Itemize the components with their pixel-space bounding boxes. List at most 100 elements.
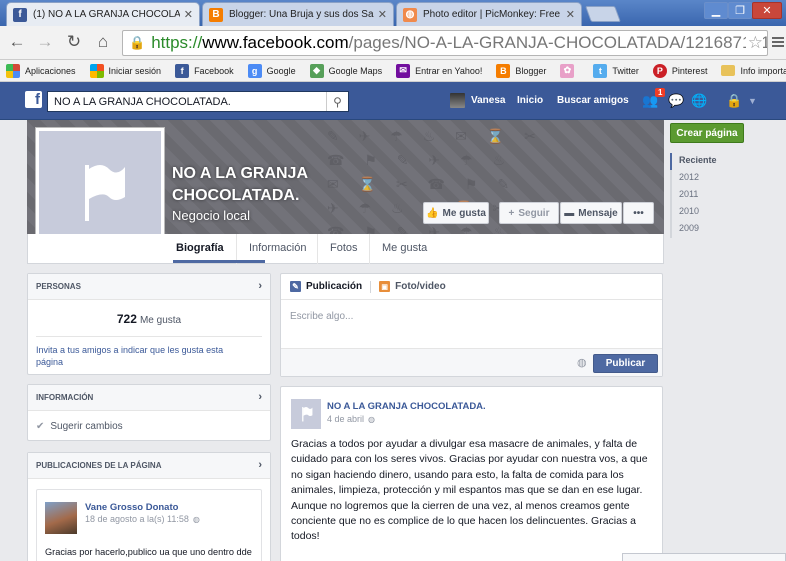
bookmark-yahoo[interactable]: ✉ Entrar en Yahoo! <box>396 63 482 78</box>
google-icon: g <box>247 63 262 78</box>
bookmark-pinterest[interactable]: P Pinterest <box>652 63 707 78</box>
privacy-icon[interactable]: 🔒 <box>726 93 743 108</box>
user-name-link[interactable]: Vanesa <box>471 95 505 106</box>
find-friends-link[interactable]: Buscar amigos <box>557 95 629 106</box>
avatar[interactable] <box>45 502 77 534</box>
browser-tab-picmonkey[interactable]: ◍ Photo editor | PicMonkey: Free Online … <box>396 2 582 26</box>
thumbs-up-icon: 👍 <box>426 207 439 219</box>
create-page-button[interactable]: Crear página <box>670 123 744 143</box>
active-tab-indicator <box>173 260 265 263</box>
composer-text-input[interactable]: Escribe algo... <box>290 311 650 341</box>
chevron-right-icon[interactable]: › <box>258 459 262 471</box>
globe-icon: ◍ <box>368 414 376 424</box>
timeline-item-2011[interactable]: 2011 <box>672 187 717 204</box>
browser-tab-facebook[interactable]: f (1) NO A LA GRANJA CHOCOLATADA. ✕ <box>6 2 200 26</box>
apps-icon <box>6 63 20 78</box>
tab-divider <box>369 234 370 264</box>
browser-menu-icon[interactable] <box>772 35 784 51</box>
bookmark-star-icon[interactable]: ☆ <box>745 33 763 53</box>
composer-tab-post[interactable]: ✎ Publicación <box>290 281 362 292</box>
tab-me-gusta[interactable]: Me gusta <box>382 242 427 254</box>
timeline-item-recent[interactable]: Reciente <box>670 153 717 170</box>
tab-title: Blogger: Una Bruja y sus dos Sapitos <box>229 9 374 20</box>
tab-biografia[interactable]: Biografía <box>176 242 224 254</box>
messages-icon[interactable]: 💬 <box>668 93 685 108</box>
timeline-item-2012[interactable]: 2012 <box>672 170 717 187</box>
bookmark-google[interactable]: g Google <box>247 63 296 78</box>
close-icon[interactable]: ✕ <box>378 8 387 21</box>
post-author-link[interactable]: NO A LA GRANJA CHOCOLATADA. <box>327 401 486 412</box>
page-posts-header[interactable]: PUBLICACIONES DE LA PÁGINA › <box>28 453 270 479</box>
bookmark-google-maps[interactable]: ◆ Google Maps <box>309 63 382 78</box>
browser-tab-blogger[interactable]: B Blogger: Una Bruja y sus dos Sapitos ✕ <box>202 2 394 26</box>
search-input[interactable]: NO A LA GRANJA CHOCOLATADA. ⚲ <box>47 91 349 112</box>
like-button[interactable]: 👍 Me gusta <box>423 202 489 224</box>
people-header[interactable]: PERSONAS › <box>28 274 270 300</box>
blogger-icon: B <box>496 63 511 78</box>
bookmark-apps[interactable]: Aplicaciones <box>6 63 76 78</box>
bookmark-label: Iniciar sesión <box>108 65 162 76</box>
publish-button[interactable]: Publicar <box>593 354 658 373</box>
message-icon: ▬ <box>564 207 575 219</box>
chevron-right-icon[interactable]: › <box>258 280 262 292</box>
bookmark-info-importante[interactable]: Info importante <box>721 65 786 76</box>
close-icon[interactable]: ✕ <box>184 8 193 21</box>
yahoo-mail-icon: ✉ <box>396 63 411 78</box>
url-path: /pages/NO-A-LA-GRANJA-CHOCOLATADA/121687… <box>348 33 768 52</box>
chat-bar[interactable] <box>622 553 786 561</box>
follow-button[interactable]: + Seguir <box>499 202 559 224</box>
message-button[interactable]: ▬ Mensaje <box>560 202 622 224</box>
post-date[interactable]: 18 de agosto a la(s) 11:58 ◍ <box>85 514 200 524</box>
info-header[interactable]: INFORMACIÓN › <box>28 385 270 411</box>
composer-tab-photo[interactable]: ▣ Foto/video <box>379 281 446 292</box>
bookmark-label: Google <box>266 65 296 76</box>
maximize-icon[interactable]: ❐ <box>728 2 752 19</box>
notifications-globe-icon[interactable]: 🌐 <box>691 93 708 108</box>
home-icon[interactable]: ⌂ <box>92 31 114 53</box>
suggest-edits-link[interactable]: ✔ Sugerir cambios <box>36 421 123 432</box>
back-icon[interactable]: ← <box>6 31 28 53</box>
post-author-link[interactable]: Vane Grosso Donato <box>85 502 178 513</box>
chevron-right-icon[interactable]: › <box>258 391 262 403</box>
post-text: Gracias por hacerlo,publico ua que uno d… <box>45 547 252 561</box>
more-options-button[interactable]: ••• <box>623 202 654 224</box>
facebook-logo-icon[interactable]: f <box>25 91 42 108</box>
browser-tabstrip: f (1) NO A LA GRANJA CHOCOLATADA. ✕ B Bl… <box>0 0 786 26</box>
lock-icon: 🔒 <box>129 35 146 50</box>
timeline-item-2009[interactable]: 2009 <box>672 221 717 238</box>
audience-globe-icon[interactable]: ◍ <box>577 356 587 369</box>
tab-informacion[interactable]: Información <box>249 242 306 254</box>
visitor-post-card: Vane Grosso Donato 18 de agosto a la(s) … <box>36 489 262 561</box>
people-header-label: PERSONAS <box>36 282 81 291</box>
bookmark-blogger[interactable]: B Blogger <box>496 63 546 78</box>
bookmark-label: Aplicaciones <box>25 65 76 76</box>
tab-fotos[interactable]: Fotos <box>330 242 358 254</box>
new-tab-button[interactable] <box>585 6 621 22</box>
likes-summary[interactable]: 722 Me gusta <box>28 312 270 326</box>
invite-friends-link[interactable]: Invita a tus amigos a indicar que les gu… <box>36 344 250 368</box>
close-icon[interactable]: ✕ <box>566 8 575 21</box>
search-icon[interactable]: ⚲ <box>326 92 348 111</box>
avatar[interactable] <box>450 93 465 108</box>
blogger-icon: B <box>209 7 223 22</box>
home-link[interactable]: Inicio <box>517 95 543 106</box>
address-bar[interactable]: 🔒 https://www.facebook.com/pages/NO-A-LA… <box>122 30 768 56</box>
follow-button-label: Seguir <box>518 207 550 219</box>
pencil-icon: ✎ <box>290 281 301 292</box>
timeline-item-2010[interactable]: 2010 <box>672 204 717 221</box>
minimize-icon[interactable]: ▁ <box>704 2 728 19</box>
page-title[interactable]: NO A LA GRANJA CHOCOLATADA. <box>172 163 372 207</box>
tab-title: Photo editor | PicMonkey: Free Online <box>423 9 562 20</box>
reload-icon[interactable]: ↻ <box>63 31 85 53</box>
close-window-icon[interactable]: ✕ <box>752 2 782 19</box>
post-date[interactable]: 4 de abril ◍ <box>327 414 375 424</box>
post-text: Gracias a todos por ayudar a divulgar es… <box>291 438 648 543</box>
bookmark-sticker[interactable]: ✿ <box>560 63 579 78</box>
forward-icon[interactable]: → <box>34 31 56 53</box>
bookmark-twitter[interactable]: t Twitter <box>593 63 639 78</box>
page-category[interactable]: Negocio local <box>172 208 250 223</box>
bookmark-iniciar-sesion[interactable]: Iniciar sesión <box>89 63 162 78</box>
avatar[interactable] <box>291 399 321 429</box>
bookmark-facebook[interactable]: f Facebook <box>175 63 234 78</box>
chevron-down-icon[interactable]: ▼ <box>744 93 761 108</box>
